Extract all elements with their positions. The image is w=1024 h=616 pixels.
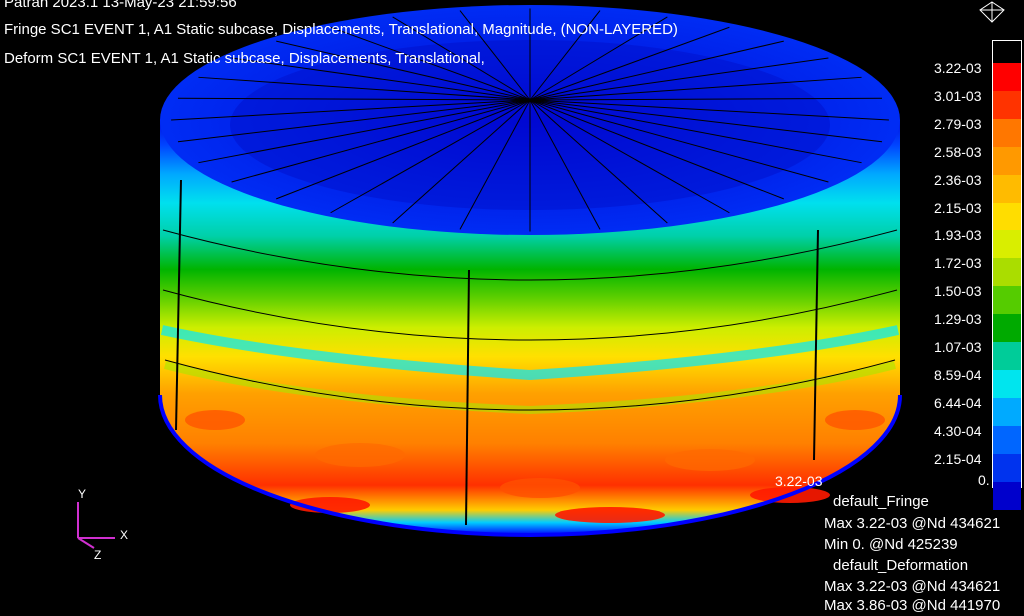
legend-cell (993, 258, 1021, 288)
legend-label: 1.93-03 (934, 227, 982, 244)
legend-cell (993, 314, 1021, 343)
triad-y-label: Y (78, 487, 87, 501)
deform-max-2: Max 3.86-03 @Nd 441970 (824, 597, 1001, 614)
fringe-legend: 3.22-03 3.01-03 2.79-03 2.58-03 2.36-03 2.15-… (930, 40, 1024, 511)
fringe-stats-title: default_Fringe (833, 493, 929, 510)
legend-cell (993, 425, 1021, 455)
legend-cell (993, 146, 1021, 176)
triad-x-label: X (120, 528, 129, 542)
legend-label: 2.15-03 (934, 199, 982, 216)
legend-label: 1.50-03 (934, 283, 982, 300)
legend-label: 1.72-03 (934, 255, 982, 272)
header-info: Patran 2023.1 13-May-23 21:59:56 (4, 0, 237, 11)
view-cube-icon[interactable] (976, 0, 1008, 29)
fringe-title: Fringe SC1 EVENT 1, A1 Static subcase, D… (4, 21, 678, 38)
legend-cell (993, 41, 1021, 63)
legend-label: 3.01-03 (934, 87, 982, 104)
legend-cell (993, 174, 1021, 204)
max-value-marker: 3.22-03 (775, 473, 823, 489)
legend-cell (993, 63, 1021, 92)
deform-max: Max 3.22-03 @Nd 434621 (824, 578, 1001, 595)
legend-label: 6.44-04 (934, 394, 982, 411)
fringe-max: Max 3.22-03 @Nd 434621 (824, 515, 1001, 532)
legend-label: 2.79-03 (934, 115, 982, 132)
legend-label: 2.15-04 (934, 450, 982, 467)
legend-cell (993, 453, 1021, 483)
fringe-min: Min 0. @Nd 425239 (824, 536, 958, 553)
legend-label: 8.59-04 (934, 366, 982, 383)
legend-cell (993, 481, 1021, 511)
legend-color-bar (992, 40, 1022, 511)
legend-label: 4.30-04 (934, 422, 982, 439)
legend-cell (993, 118, 1021, 148)
legend-cell (993, 90, 1021, 120)
legend-label: 0. (978, 472, 990, 488)
legend-cell (993, 342, 1021, 371)
legend-label: 1.07-03 (934, 339, 982, 355)
deform-stats-title: default_Deformation (833, 557, 969, 574)
legend-label: 2.58-03 (934, 143, 982, 160)
legend-label: 2.36-03 (934, 171, 982, 188)
legend-label: 1.29-03 (934, 311, 982, 328)
legend-cell (993, 286, 1021, 316)
legend-label: 3.22-03 (934, 60, 982, 76)
tank-roof (160, 5, 900, 235)
legend-cell (993, 369, 1021, 399)
triad-z-label: Z (94, 548, 102, 562)
deform-title: Deform SC1 EVENT 1, A1 Static subcase, D… (4, 50, 485, 67)
legend-cell (993, 230, 1021, 260)
legend-cell (993, 202, 1021, 232)
coordinate-triad (77, 502, 115, 549)
legend-cell (993, 397, 1021, 427)
